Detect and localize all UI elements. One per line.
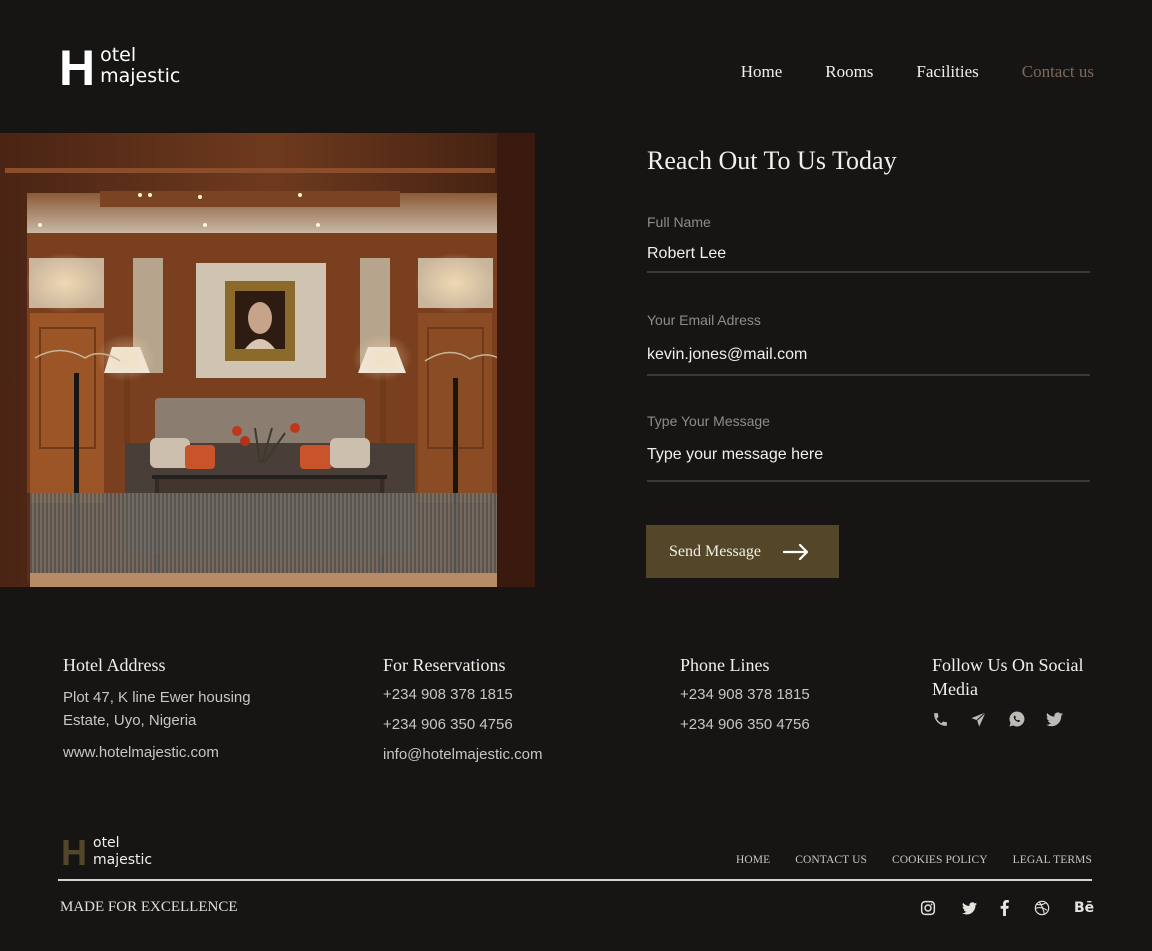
hotel-address-title: Hotel Address (63, 655, 166, 675)
social-icons-row (932, 709, 1102, 729)
hotel-address-text: Plot 47, K line Ewer housing Estate, Uyo… (63, 689, 251, 729)
footer-logo[interactable]: H otel majestic (61, 832, 153, 873)
phone-icon[interactable] (932, 709, 970, 729)
phone-lines-section: Phone Lines +234 908 378 1815 +234 906 3… (680, 653, 810, 740)
hotel-lobby-image (0, 133, 545, 587)
twitter-icon[interactable] (962, 899, 1000, 917)
twitter-icon[interactable] (1046, 709, 1084, 729)
footer-social-icons: Bē (920, 899, 1098, 917)
logo-text-line2: majestic (100, 65, 181, 87)
dribbble-icon[interactable] (1034, 899, 1074, 917)
email-field: Your Email Adress (647, 311, 1090, 376)
social-section: Follow Us On Social Media (932, 653, 1102, 729)
full-name-input[interactable] (647, 243, 1090, 265)
behance-icon[interactable]: Bē (1074, 899, 1098, 917)
social-title: Follow Us On Social Media (932, 655, 1084, 699)
hotel-lobby-photo (0, 133, 545, 587)
arrow-right-icon (782, 543, 809, 560)
logo[interactable]: H otel majestic (59, 40, 181, 96)
footer-link-contact-us[interactable]: CONTACT US (795, 854, 867, 866)
send-message-button[interactable]: Send Message (646, 525, 839, 578)
reservations-title: For Reservations (383, 655, 506, 675)
nav-contact-us[interactable]: Contact us (1022, 62, 1094, 82)
footer-link-home[interactable]: HOME (736, 854, 770, 866)
footer-link-legal-terms[interactable]: LEGAL TERMS (1013, 854, 1092, 866)
footer-tagline: MADE FOR EXCELLENCE (60, 899, 238, 915)
telegram-icon[interactable] (970, 709, 1008, 729)
instagram-icon[interactable] (920, 899, 962, 917)
reservations-phone-1[interactable]: +234 908 378 1815 (383, 680, 542, 710)
phone-line-2[interactable]: +234 906 350 4756 (680, 710, 810, 740)
facebook-icon[interactable] (1000, 899, 1034, 917)
contact-form: Reach Out To Us Today Full Name Your Ema… (647, 145, 1090, 482)
nav-facilities[interactable]: Facilities (916, 62, 978, 82)
form-title: Reach Out To Us Today (647, 146, 897, 175)
reservations-phone-2[interactable]: +234 906 350 4756 (383, 710, 542, 740)
footer-logo-line1: otel (93, 835, 120, 851)
message-label: Type Your Message (647, 413, 770, 429)
nav-home[interactable]: Home (741, 62, 783, 82)
email-input[interactable] (647, 344, 1090, 366)
logo-letter: H (59, 40, 95, 96)
reservations-section: For Reservations +234 908 378 1815 +234 … (383, 653, 542, 770)
hotel-address-section: Hotel Address Plot 47, K line Ewer housi… (63, 653, 283, 764)
footer-link-cookies-policy[interactable]: COOKIES POLICY (892, 854, 988, 866)
hotel-website-link[interactable]: www.hotelmajestic.com (63, 741, 283, 764)
main-nav: Home Rooms Facilities Contact us (698, 62, 1094, 82)
message-input[interactable] (647, 444, 1090, 466)
footer-nav: HOME CONTACT US COOKIES POLICY LEGAL TER… (711, 854, 1092, 866)
message-field: Type Your Message (647, 412, 1090, 482)
reservations-email[interactable]: info@hotelmajestic.com (383, 740, 542, 770)
phone-line-1[interactable]: +234 908 378 1815 (680, 680, 810, 710)
email-label: Your Email Adress (647, 312, 761, 328)
full-name-label: Full Name (647, 214, 711, 230)
phone-lines-title: Phone Lines (680, 655, 770, 675)
whatsapp-icon[interactable] (1008, 709, 1046, 729)
send-message-label: Send Message (669, 542, 761, 560)
footer-logo-line2: majestic (93, 852, 153, 868)
nav-rooms[interactable]: Rooms (825, 62, 873, 82)
logo-text-line1: otel (100, 44, 137, 66)
footer-divider (58, 879, 1092, 881)
footer-logo-letter: H (61, 832, 87, 873)
full-name-field: Full Name (647, 213, 1090, 273)
